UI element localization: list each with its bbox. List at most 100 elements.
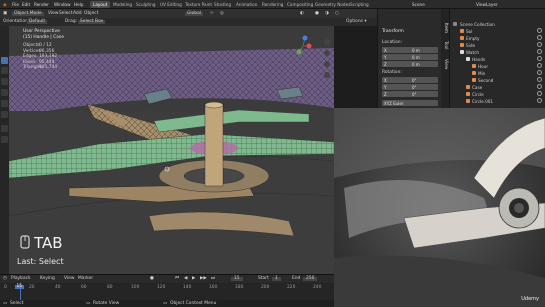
- rotation-mode-select[interactable]: XYZ Euler: [382, 100, 438, 106]
- transform-orientation[interactable]: Global: [185, 11, 204, 16]
- tab-layout[interactable]: Layout: [90, 1, 111, 8]
- eye-icon[interactable]: [537, 42, 542, 47]
- timeline-header: ◷ Playback Keying View Marker ● ⏮ ◀ ▶ ▶▶…: [0, 275, 334, 283]
- location-y-field[interactable]: Y 0 m: [382, 54, 438, 60]
- tab-sculpting[interactable]: Sculpting: [133, 1, 159, 8]
- viewport-header: ▣ Object Mode View Select Add Object Glo…: [0, 9, 377, 18]
- tab-tool[interactable]: Tool: [443, 41, 448, 50]
- menu-timeline-view[interactable]: View: [64, 276, 74, 281]
- active-object-name: (15) Handle | Case: [23, 35, 64, 40]
- eye-icon[interactable]: [537, 70, 542, 75]
- rotate-tool-icon[interactable]: [1, 89, 8, 96]
- drag-select[interactable]: Select Box: [78, 19, 106, 25]
- start-frame-field[interactable]: 1: [272, 276, 281, 281]
- timeline-editor-icon[interactable]: ◷: [3, 276, 7, 281]
- axis-label: Y: [384, 85, 387, 90]
- jump-start-icon[interactable]: ⏮: [175, 276, 179, 281]
- editor-type-icon[interactable]: ▣: [3, 11, 7, 16]
- tool-settings-bar: Orientation: Default Drag: Select Box Op…: [0, 18, 377, 26]
- menu-edit[interactable]: Edit: [22, 2, 30, 7]
- menu-view[interactable]: View: [48, 11, 58, 16]
- end-frame-field[interactable]: 250: [303, 276, 318, 281]
- tick-label: 60: [81, 285, 87, 290]
- stats-overlay: Objects 0 / 12 Vertices 96,356 Edges 193,19…: [23, 43, 57, 72]
- eye-icon[interactable]: [537, 98, 542, 103]
- sidebar-tabs: Item Tool View: [441, 9, 449, 109]
- stat-value: 193,192: [39, 54, 58, 59]
- prev-key-icon[interactable]: ◀: [184, 276, 187, 281]
- tool-shelf: [0, 26, 9, 274]
- view-name: User Perspective: [23, 29, 60, 34]
- scale-tool-icon[interactable]: [1, 100, 8, 107]
- tab-shading[interactable]: Shading: [211, 1, 234, 8]
- menu-help[interactable]: Help: [74, 2, 84, 7]
- tick-label: 180: [235, 285, 244, 290]
- eye-icon[interactable]: [537, 63, 542, 68]
- shading-material-icon[interactable]: ◑: [325, 11, 329, 16]
- measure-tool-icon[interactable]: [1, 136, 8, 143]
- jump-end-icon[interactable]: ⏭: [211, 276, 215, 281]
- menu-select[interactable]: Select: [59, 11, 73, 16]
- stat-label: Edges: [23, 54, 37, 59]
- tick-label: 140: [183, 285, 192, 290]
- location-z-field[interactable]: Z 0 m: [382, 61, 438, 67]
- mode-selector[interactable]: Object Mode: [12, 11, 44, 16]
- rotation-y-field[interactable]: Y 0°: [382, 84, 438, 90]
- eye-icon[interactable]: [537, 56, 542, 61]
- current-frame-field[interactable]: 15: [231, 276, 243, 281]
- tab-item[interactable]: Item: [443, 23, 448, 33]
- location-x-field[interactable]: X 0 m: [382, 47, 438, 53]
- tab-scripting[interactable]: Scripting: [347, 1, 372, 8]
- outliner-row[interactable]: Circle.001: [450, 97, 545, 105]
- menu-render[interactable]: Render: [34, 2, 49, 7]
- orientation-select[interactable]: Default: [27, 19, 48, 25]
- record-icon[interactable]: ●: [150, 276, 154, 281]
- menu-object[interactable]: Object: [84, 11, 98, 16]
- location-z-value: 0 m: [412, 62, 420, 67]
- move-tool-icon[interactable]: [1, 78, 8, 85]
- eye-icon[interactable]: [537, 28, 542, 33]
- overlay-icon[interactable]: ◐: [300, 11, 304, 16]
- menu-playback[interactable]: Playback: [11, 276, 31, 281]
- proportional-edit-icon[interactable]: ◎: [220, 11, 224, 16]
- axis-label: Z: [384, 62, 387, 67]
- menu-add[interactable]: Add: [73, 11, 82, 16]
- eye-icon[interactable]: [537, 49, 542, 54]
- 3d-viewport[interactable]: User Perspective (15) Handle | Case Obje…: [9, 26, 334, 274]
- cursor-tool-icon[interactable]: [1, 67, 8, 74]
- shading-solid-icon[interactable]: ●: [315, 11, 319, 16]
- eye-icon[interactable]: [537, 77, 542, 82]
- timeline-ruler[interactable]: 0 20 40 60 80 100 120 140 160 180 200 22…: [0, 284, 334, 300]
- eye-icon[interactable]: [537, 91, 542, 96]
- next-key-icon[interactable]: ▶▶: [200, 276, 207, 281]
- tab-modeling[interactable]: Modeling: [110, 1, 135, 8]
- last-operator[interactable]: Last: Select: [17, 257, 64, 266]
- play-icon[interactable]: ▶: [192, 276, 195, 281]
- eye-icon[interactable]: [537, 84, 542, 89]
- tab-uv-editing[interactable]: UV Editing: [157, 1, 185, 8]
- tab-rendering[interactable]: Rendering: [259, 1, 286, 8]
- menu-marker[interactable]: Marker: [78, 276, 93, 281]
- transform-tool-icon[interactable]: [1, 111, 8, 118]
- tick-label: 220: [287, 285, 296, 290]
- view-layer-selector[interactable]: ViewLayer: [476, 2, 498, 7]
- shading-rendered-icon[interactable]: ○: [335, 11, 339, 16]
- axis-label: X: [384, 48, 387, 53]
- transform-panel-title[interactable]: Transform: [382, 29, 404, 34]
- scene-selector[interactable]: Scene: [412, 2, 425, 7]
- eye-icon[interactable]: [537, 35, 542, 40]
- snap-icon[interactable]: ⊹: [210, 11, 214, 16]
- rotation-z-field[interactable]: Z 0°: [382, 91, 438, 97]
- annotate-tool-icon[interactable]: [1, 125, 8, 132]
- tab-animation[interactable]: Animation: [233, 1, 260, 8]
- options-dropdown[interactable]: Options ▾: [346, 19, 367, 24]
- menu-window[interactable]: Window: [54, 2, 71, 7]
- playhead-frame-label[interactable]: 15: [15, 284, 24, 290]
- rotation-x-field[interactable]: X 0°: [382, 77, 438, 83]
- tab-view[interactable]: View: [443, 59, 448, 69]
- select-box-tool-icon[interactable]: [1, 57, 8, 64]
- menu-keying[interactable]: Keying: [40, 276, 55, 281]
- blender-logo-icon[interactable]: ◉: [3, 2, 7, 7]
- stat-label: Vertices: [23, 48, 41, 54]
- menu-file[interactable]: File: [12, 2, 19, 7]
